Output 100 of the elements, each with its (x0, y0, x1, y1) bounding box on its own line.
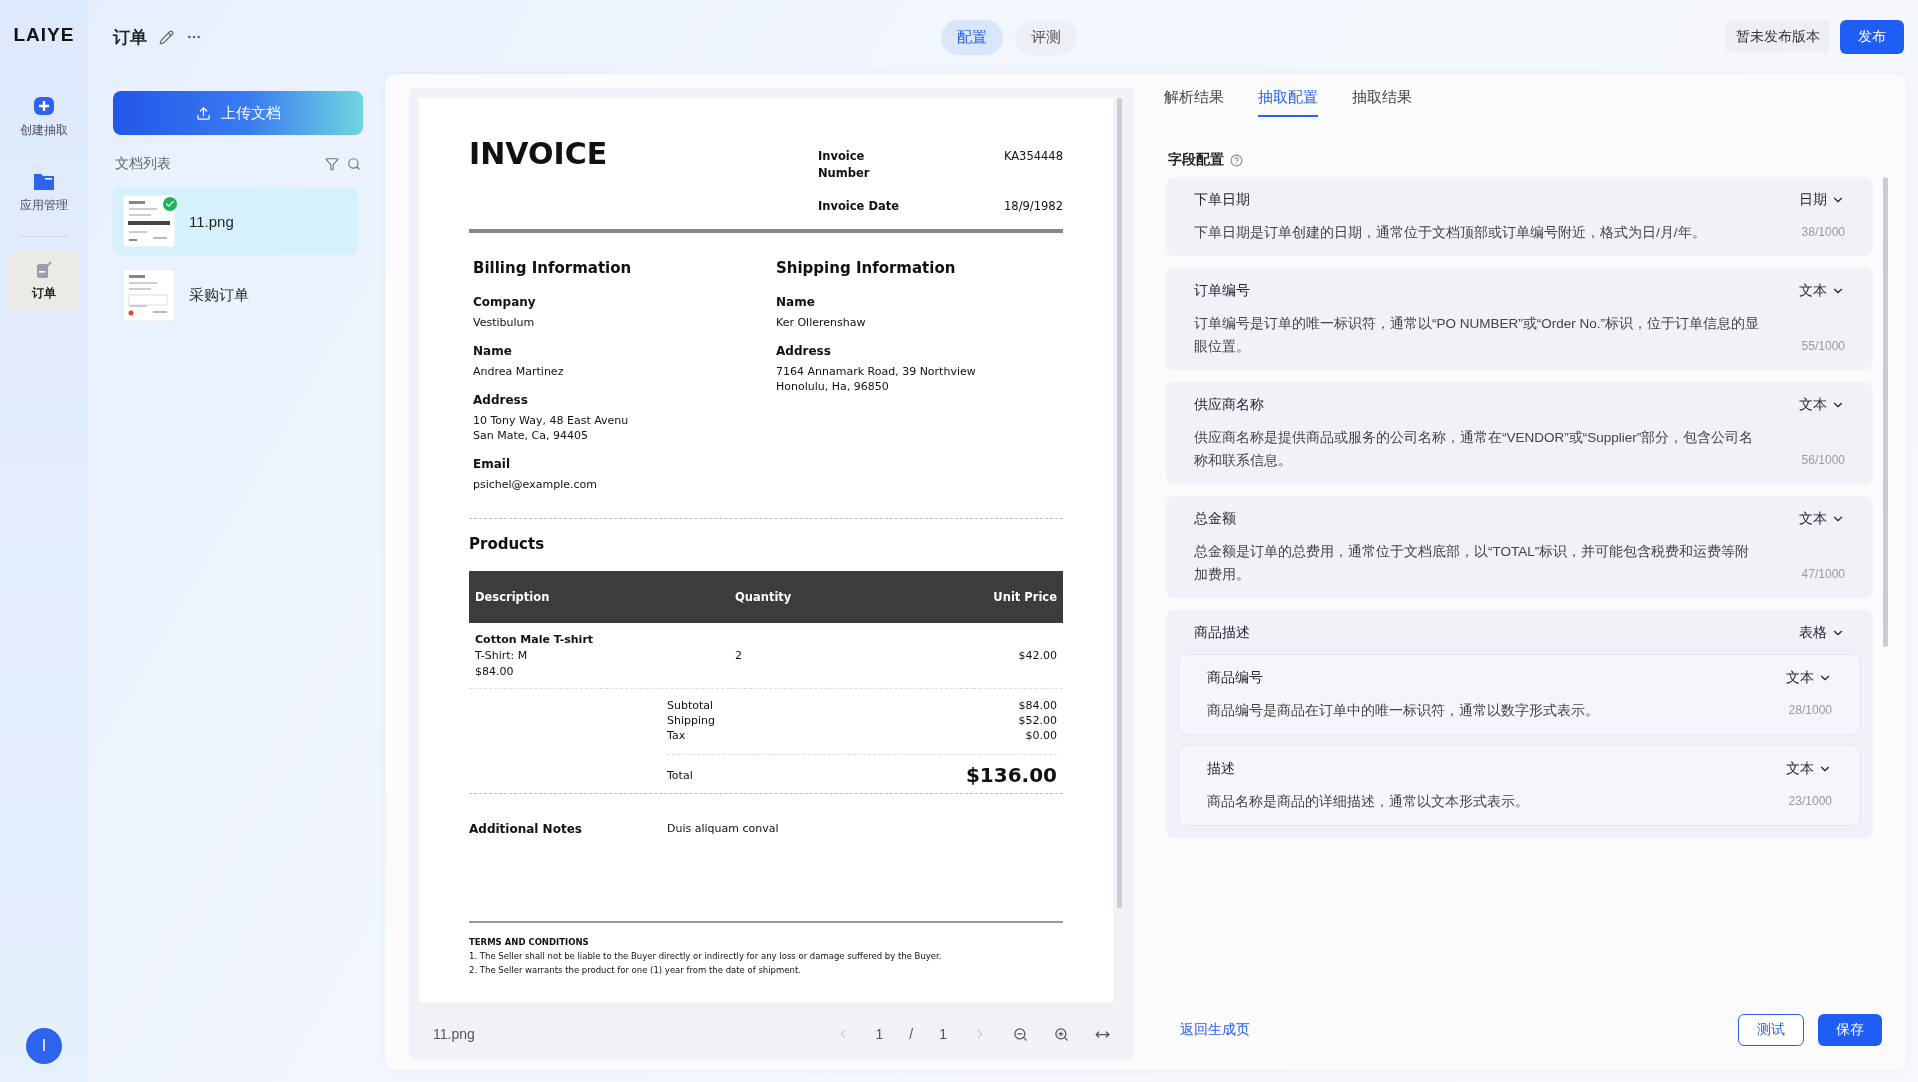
column-header: Unit Price (973, 571, 1063, 623)
column-header: Quantity (729, 571, 973, 623)
upload-icon (195, 105, 211, 121)
char-count: 28/1000 (1788, 702, 1832, 719)
terms-item: 2. The Seller warrants the product for one (1) year from the date of shipment. (469, 964, 802, 977)
publish-button[interactable]: 发布 (1840, 20, 1904, 54)
upload-button[interactable]: 上传文档 (113, 91, 363, 135)
page-total: 1 (939, 1026, 947, 1042)
edit-icon[interactable] (159, 29, 174, 45)
type-dropdown[interactable]: 文本 (1799, 396, 1845, 414)
field-value: Honolulu, Ha, 96850 (776, 379, 890, 394)
help-icon (1230, 153, 1243, 167)
field-label: Name (473, 344, 513, 358)
field-name: 下单日期 (1194, 191, 1250, 209)
field-value: San Mate, Ca, 94405 (473, 428, 589, 443)
section-heading: Billing Information (473, 259, 633, 277)
field-label: Company (473, 295, 537, 309)
field-name: 总金额 (1194, 510, 1236, 528)
zoom-in-icon[interactable] (1054, 1026, 1069, 1042)
meta-value: KA354448 (1002, 148, 1063, 165)
table-cell: $42.00 (973, 623, 1063, 689)
field-description[interactable]: 订单编号是订单的唯一标识符，通常以“PO NUMBER”或“Order No.”标识，位于订单信息的显眼位置。 (1194, 312, 1762, 358)
type-dropdown[interactable]: 文本 (1786, 760, 1832, 778)
section-heading: Shipping Information (776, 259, 957, 277)
page-separator: / (909, 1026, 914, 1042)
plus-icon (33, 96, 55, 116)
tab[interactable]: 解析结果 (1164, 88, 1224, 117)
field-description[interactable]: 商品编号是商品在订单中的唯一标识符，通常以数字形式表示。 (1207, 699, 1749, 722)
field-value: 7164 Annamark Road, 39 Northview (776, 364, 977, 379)
terms-item: 1. The Seller shall not be liable to the Buyer directly or indirectly for any loss or damage suffered by the Buyer. (469, 950, 943, 963)
field-value: Vestibulum (473, 315, 536, 330)
meta-value: 18/9/1982 (1003, 198, 1063, 215)
document-item[interactable]: 采购订单 (113, 261, 358, 329)
field-value: psichel@example.com (473, 477, 598, 492)
field-description[interactable]: 总金额是订单的总费用，通常位于文档底部，以“TOTAL”标识，并可能包含税费和运费等附加费用。 (1194, 540, 1762, 586)
mode-tab[interactable]: 评测 (1014, 19, 1077, 55)
terms-heading: TERMS AND CONDITIONS (469, 936, 590, 949)
summary-value: $0.00 (1025, 729, 1057, 742)
type-dropdown[interactable]: 文本 (1799, 510, 1845, 528)
field-name: 商品描述 (1194, 624, 1250, 642)
char-count: 47/1000 (1801, 566, 1845, 583)
field-label: Email (473, 457, 512, 471)
file-name: 11.png (433, 1026, 475, 1042)
search-icon[interactable] (347, 157, 361, 171)
section-title: 字段配置 (1168, 151, 1224, 169)
field-name: 订单编号 (1194, 282, 1250, 300)
field-description[interactable]: 商品名称是商品的详细描述，通常以文本形式表示。 (1207, 790, 1749, 813)
avatar[interactable]: I (26, 1028, 62, 1064)
total-value: $136.00 (965, 763, 1057, 787)
summary-label: Tax (667, 729, 686, 742)
document-name: 11.png (189, 212, 234, 230)
field-value: 10 Tony Way, 48 East Avenu (473, 413, 630, 428)
type-dropdown[interactable]: 日期 (1799, 191, 1845, 209)
field-label: Address (776, 344, 832, 358)
field-label: Address (473, 393, 529, 407)
page-number[interactable]: 1 (875, 1026, 884, 1042)
table-cell: Cotton Male T-shirt T-Shirt: M $84.00 (469, 623, 729, 689)
column-header: Description (469, 571, 729, 623)
mode-tab[interactable]: 配置 (940, 19, 1003, 55)
field-description[interactable]: 下单日期是订单创建的日期，通常位于文档顶部或订单编号附近，格式为日/月/年。 (1194, 221, 1762, 244)
page-title: 订单 (113, 26, 147, 49)
list-title: 文档列表 (115, 155, 171, 173)
tab[interactable]: 抽取结果 (1352, 88, 1412, 117)
type-dropdown[interactable]: 表格 (1799, 624, 1845, 642)
field-value: Ker Ollerenshaw (776, 315, 867, 330)
summary-value: $52.00 (1018, 714, 1057, 727)
char-count: 55/1000 (1801, 338, 1845, 355)
field-name: 商品编号 (1207, 669, 1263, 687)
char-count: 23/1000 (1788, 793, 1832, 810)
section-heading: Products (469, 535, 546, 553)
total-label: Total (667, 768, 693, 782)
test-button[interactable]: 测试 (1738, 1014, 1804, 1046)
notes-label: Additional Notes (469, 822, 583, 838)
document-icon (36, 261, 52, 279)
version-status: 暂未发布版本 (1726, 21, 1830, 53)
type-dropdown[interactable]: 文本 (1786, 669, 1832, 687)
zoom-out-icon[interactable] (1013, 1026, 1028, 1042)
summary-label: Subtotal (667, 699, 714, 712)
type-dropdown[interactable]: 文本 (1799, 282, 1845, 300)
nav-item[interactable]: 订单 (8, 251, 80, 310)
save-button[interactable]: 保存 (1818, 1014, 1882, 1046)
tab[interactable]: 抽取配置 (1258, 88, 1318, 117)
nav-item[interactable]: 创建抽取 (8, 86, 80, 147)
field-value: Andrea Martinez (473, 364, 565, 379)
nav-item[interactable]: 应用管理 (8, 161, 80, 222)
document-item[interactable]: 11.png (113, 187, 358, 255)
filter-icon[interactable] (325, 157, 339, 171)
field-description[interactable]: 供应商名称是提供商品或服务的公司名称，通常在“VENDOR”或“Supplier”部分，包含公司名称和联系信息。 (1194, 426, 1762, 472)
char-count: 56/1000 (1801, 452, 1845, 469)
invoice-title: INVOICE (469, 136, 608, 173)
meta-label: Invoice Number (818, 148, 871, 182)
notes-value: Duis aliquam conval (667, 822, 780, 837)
field-name: 描述 (1207, 760, 1235, 778)
meta-label: Invoice Date (818, 198, 900, 215)
back-link[interactable]: 返回生成页 (1180, 1021, 1250, 1039)
summary-value: $84.00 (1018, 699, 1057, 712)
folder-icon (33, 171, 55, 191)
char-count: 38/1000 (1801, 224, 1845, 241)
logo: LAIYE (13, 24, 75, 46)
field-label: Name (776, 295, 816, 309)
